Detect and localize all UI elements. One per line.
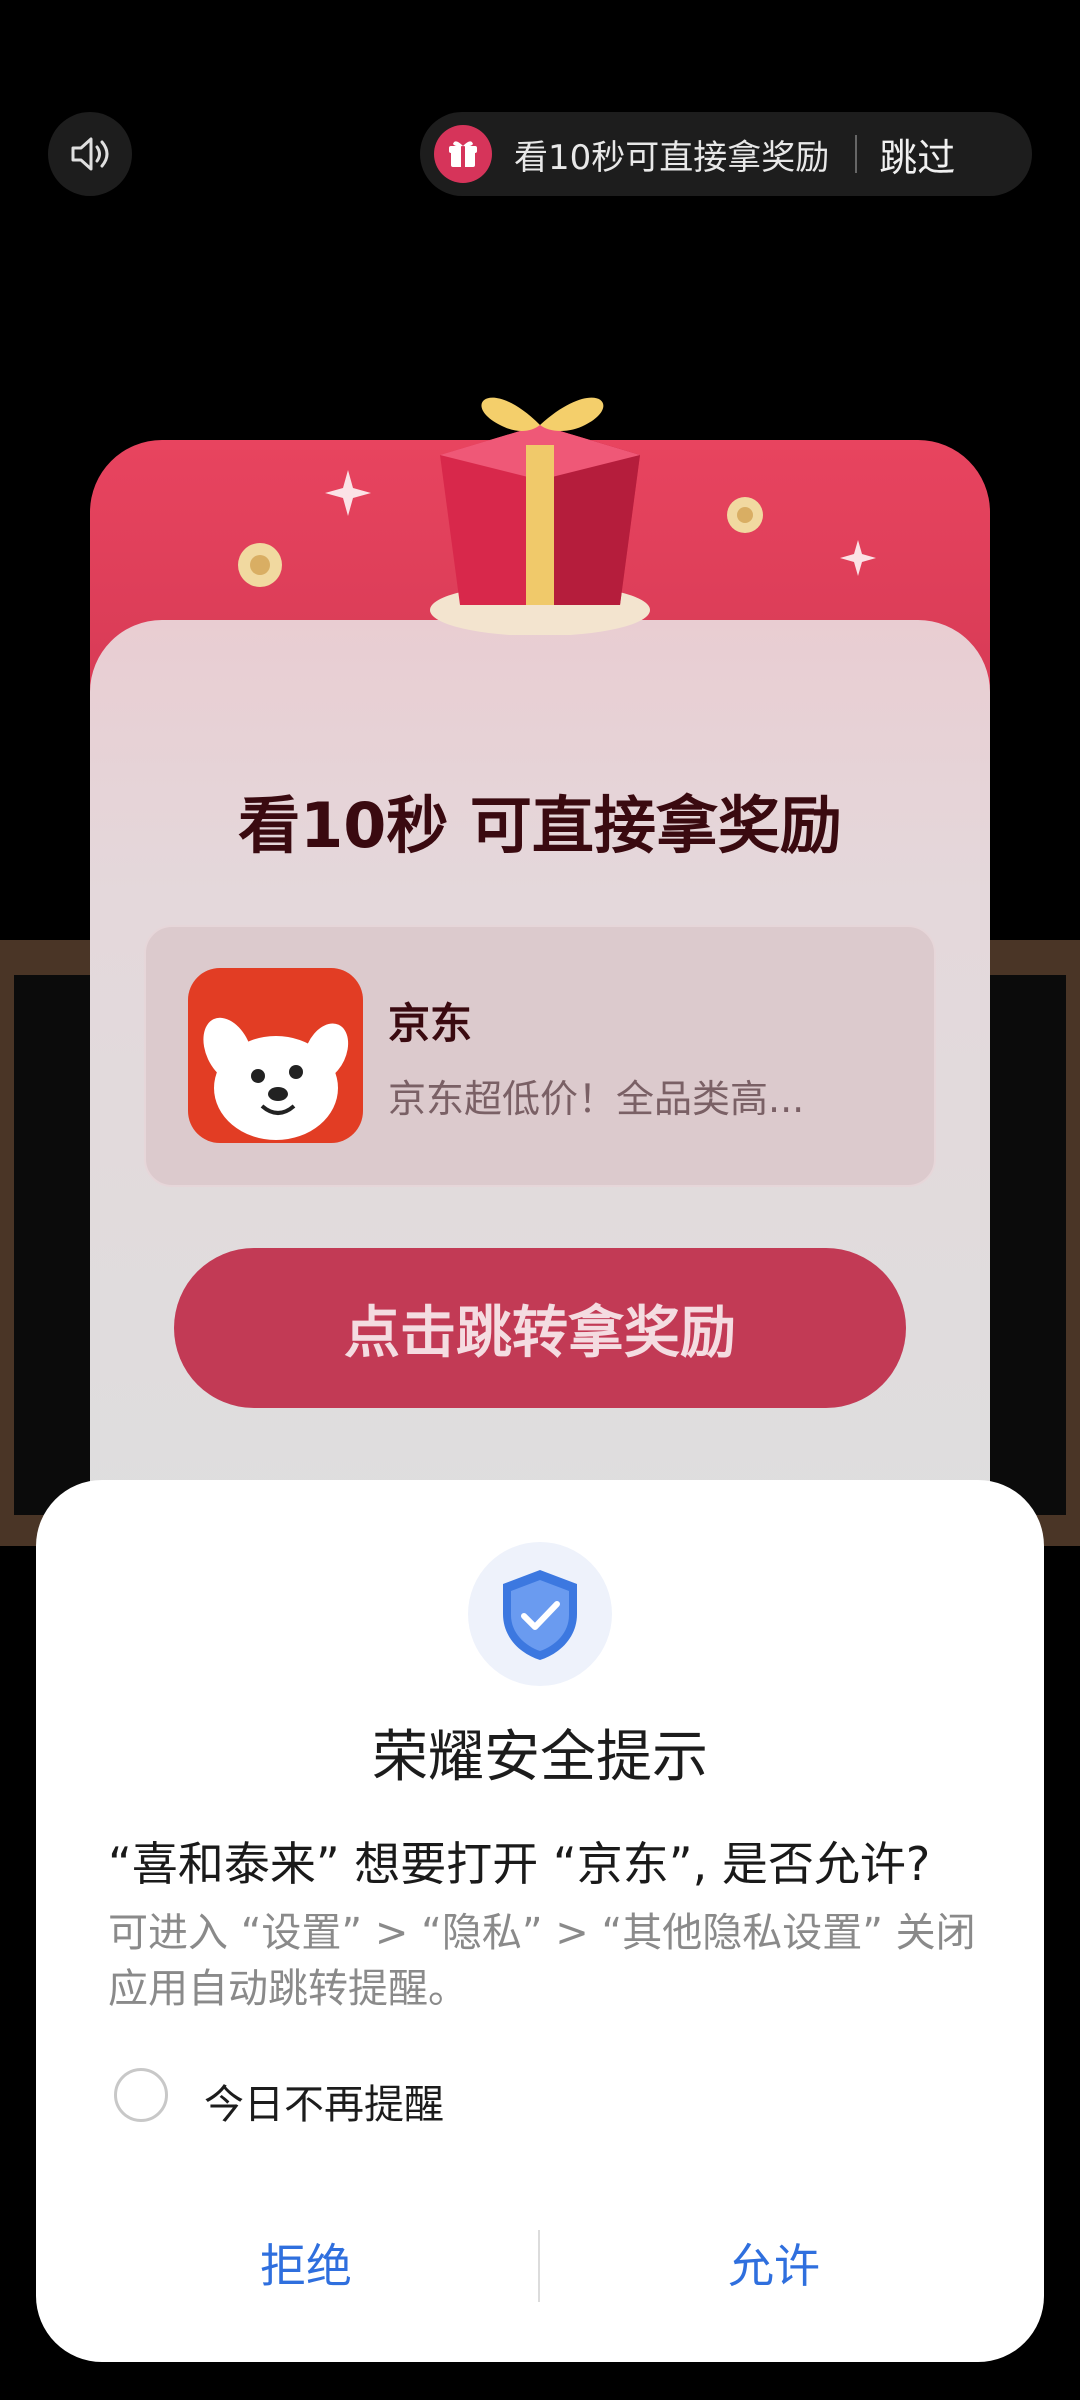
reward-countdown-pill: 看10秒可直接拿奖励 跳过 <box>420 112 1032 196</box>
gift-box-illustration <box>430 397 650 635</box>
gift-icon <box>434 125 492 183</box>
dialog-title: 荣耀安全提示 <box>372 1725 708 1790</box>
reward-card-title: 看10秒 可直接拿奖励 <box>238 789 842 862</box>
button-divider <box>538 2230 540 2302</box>
shield-check-icon <box>468 1542 612 1686</box>
divider <box>855 135 858 173</box>
allow-button[interactable]: 允许 <box>574 2230 974 2302</box>
jd-app-icon <box>188 968 363 1143</box>
jump-to-reward-button[interactable]: 点击跳转拿奖励 <box>174 1248 906 1408</box>
checkbox-label[interactable]: 今日不再提醒 <box>204 2072 444 2130</box>
app-name: 京东 <box>388 999 473 1048</box>
speaker-icon <box>71 137 109 171</box>
dialog-question: “喜和泰来” 想要打开 “京东”, 是否允许? <box>108 1837 931 1891</box>
app-description: 京东超低价！全品类高... <box>388 1077 805 1121</box>
dont-remind-today-checkbox[interactable] <box>114 2068 168 2122</box>
sound-toggle-button[interactable] <box>48 112 132 196</box>
skip-button[interactable]: 跳过 <box>879 127 955 182</box>
reward-hint-text: 看10秒可直接拿奖励 <box>514 137 830 178</box>
dialog-hint: 可进入 “设置” > “隐私” > “其他隐私设置” 关闭应用自动跳转提醒。 <box>108 1910 976 2012</box>
deny-button[interactable]: 拒绝 <box>106 2230 506 2302</box>
